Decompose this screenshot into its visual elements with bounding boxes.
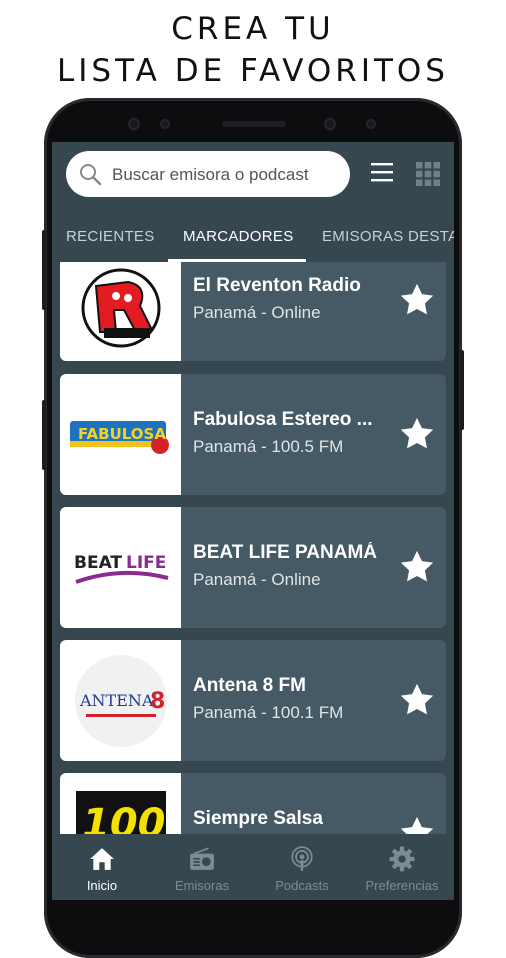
antena8-logo-graphic: ANTENA 8 <box>74 654 167 747</box>
beatlife-logo: BEAT LIFE <box>60 507 181 628</box>
station-name: BEAT LIFE PANAMÁ <box>193 542 378 563</box>
power-button <box>460 350 464 430</box>
fabulosa-logo-graphic: FABULOSA <box>69 420 169 454</box>
star-icon[interactable] <box>398 814 436 834</box>
station-location: Panamá - Online <box>193 570 321 589</box>
nav-preferencias[interactable]: Preferencias <box>352 834 452 900</box>
station-card[interactable]: FABULOSA Fabulosa Estereo ... Panamá - 1… <box>60 374 446 495</box>
podcast-icon <box>291 846 313 871</box>
antena8-logo-text-2: 8 <box>150 689 165 714</box>
tab-bar: RECIENTES MARCADORES EMISORAS DESTA <box>52 212 454 262</box>
station-card[interactable]: 100 Siempre Salsa <box>60 773 446 834</box>
station-card[interactable]: El Reventon Radio Panamá - Online <box>60 262 446 361</box>
station-location: Panamá - Online <box>193 303 321 322</box>
salsa-logo-graphic: 100 <box>75 790 166 835</box>
search-bar[interactable] <box>66 151 350 199</box>
gear-icon <box>389 846 415 872</box>
headline-line-2: LISTA DE FAVORITOS <box>57 53 449 89</box>
radio-icon <box>190 847 214 870</box>
bookmarks-list: El Reventon Radio Panamá - Online FABULO… <box>52 262 454 834</box>
station-name: El Reventon Radio <box>193 275 361 296</box>
beatlife-logo-graphic: BEAT LIFE <box>74 553 168 584</box>
reventon-logo-graphic <box>81 268 160 347</box>
nav-inicio[interactable]: Inicio <box>52 834 152 900</box>
bottom-navigation: Inicio Emisoras Podcasts Preferencias <box>52 834 454 900</box>
search-input[interactable] <box>110 151 346 199</box>
antena8-logo: ANTENA 8 <box>60 640 181 761</box>
sensor <box>128 118 140 130</box>
home-icon <box>90 848 114 870</box>
station-name: Antena 8 FM <box>193 675 306 696</box>
sensor <box>366 119 376 129</box>
sensor <box>160 119 170 129</box>
bixby-button <box>42 400 46 470</box>
station-name: Fabulosa Estereo ... <box>193 409 373 430</box>
search-icon <box>80 164 102 186</box>
tab-emisoras-destacadas[interactable]: EMISORAS DESTA <box>322 228 454 245</box>
salsa-logo-text: 100 <box>82 801 166 835</box>
nav-label: Inicio <box>86 878 118 893</box>
beatlife-logo-text-1: BEAT <box>74 553 122 573</box>
headline-line-1: CREA TU <box>171 11 335 47</box>
promo-headline: CREA TU LISTA DE FAVORITOS <box>0 8 506 92</box>
tab-marcadores[interactable]: MARCADORES <box>183 228 294 245</box>
antena8-logo-text-1: ANTENA <box>79 691 154 710</box>
fabulosa-logo-text: FABULOSA <box>78 425 166 443</box>
station-location: Panamá - 100.5 FM <box>193 437 344 456</box>
salsa-logo: 100 <box>60 773 181 834</box>
nav-emisoras[interactable]: Emisoras <box>152 834 252 900</box>
speaker-grille <box>222 121 286 127</box>
volume-button <box>42 230 46 310</box>
star-icon[interactable] <box>398 548 436 586</box>
tab-recientes[interactable]: RECIENTES <box>66 228 155 245</box>
app-screen: RECIENTES MARCADORES EMISORAS DESTA El R… <box>52 142 454 900</box>
front-camera <box>324 118 336 130</box>
nav-label: Podcasts <box>275 878 329 893</box>
station-card[interactable]: BEAT LIFE BEAT LIFE PANAMÁ Panamá - Onli… <box>60 507 446 628</box>
station-location: Panamá - 100.1 FM <box>193 703 344 722</box>
nav-label: Emisoras <box>174 878 230 893</box>
station-name: Siempre Salsa <box>193 808 323 829</box>
hamburger-menu-icon[interactable] <box>370 160 394 184</box>
grid-view-icon[interactable] <box>416 162 440 186</box>
star-icon[interactable] <box>398 415 436 453</box>
reventon-logo <box>60 262 181 361</box>
star-icon[interactable] <box>398 281 436 319</box>
star-icon[interactable] <box>398 681 436 719</box>
beatlife-logo-text-2: LIFE <box>126 553 166 573</box>
nav-label: Preferencias <box>365 878 439 893</box>
nav-podcasts[interactable]: Podcasts <box>252 834 352 900</box>
station-card[interactable]: ANTENA 8 Antena 8 FM Panamá - 100.1 FM <box>60 640 446 761</box>
fabulosa-logo: FABULOSA <box>60 374 181 495</box>
